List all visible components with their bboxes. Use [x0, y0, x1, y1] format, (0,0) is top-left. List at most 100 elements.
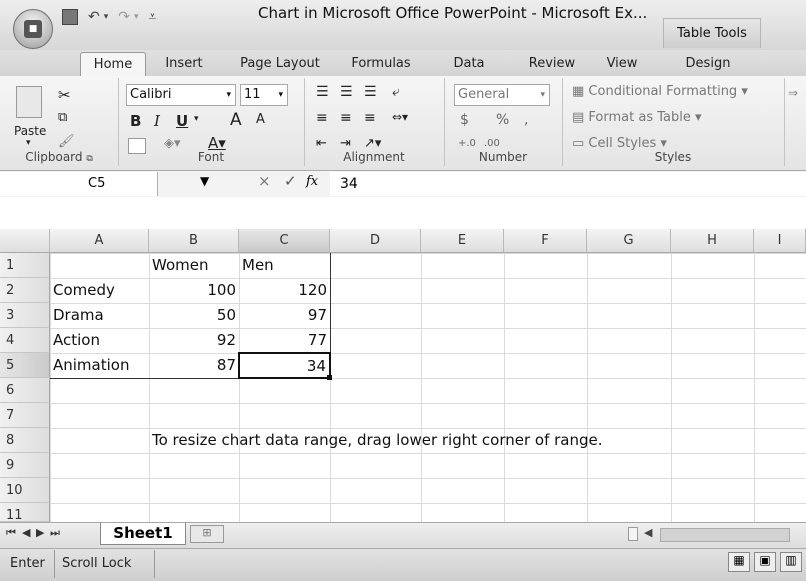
- decrease-decimal-icon[interactable]: .00: [484, 138, 500, 149]
- undo-icon[interactable]: ↶: [88, 9, 100, 25]
- column-header[interactable]: C: [239, 229, 330, 253]
- undo-dropdown-icon[interactable]: ▾: [104, 12, 109, 22]
- align-top-icon[interactable]: ☰: [316, 84, 329, 100]
- increase-decimal-icon[interactable]: +.0: [458, 138, 476, 149]
- cell-c5-active[interactable]: 34: [238, 352, 331, 379]
- row-header[interactable]: 8: [0, 428, 50, 453]
- cell-a3[interactable]: Drama: [50, 303, 149, 328]
- align-center-icon[interactable]: ≡: [340, 110, 352, 126]
- cell-a2[interactable]: Comedy: [50, 278, 149, 303]
- tab-design[interactable]: Design: [670, 52, 746, 76]
- row-header[interactable]: 1: [0, 253, 50, 278]
- cell-b4[interactable]: 92: [149, 328, 239, 353]
- sheet-nav-last-icon[interactable]: ⏭: [50, 526, 60, 540]
- fill-color-icon[interactable]: ◈▾: [164, 136, 181, 151]
- sheet-nav-prev-icon[interactable]: ◀: [22, 526, 30, 539]
- cell-styles-button[interactable]: ▭ Cell Styles ▾: [572, 136, 667, 151]
- cell-c2[interactable]: 120: [239, 278, 330, 303]
- row-header[interactable]: 10: [0, 478, 50, 503]
- format-as-table-button[interactable]: ▤ Format as Table ▾: [572, 110, 702, 125]
- sheet-nav-first-icon[interactable]: ⏮: [6, 526, 20, 540]
- number-format-dropdown[interactable]: General ▾: [454, 84, 550, 106]
- column-header[interactable]: G: [587, 229, 671, 253]
- sheet-tab[interactable]: Sheet1: [100, 523, 186, 545]
- increase-indent-icon[interactable]: ⇥: [340, 136, 351, 151]
- wrap-text-icon[interactable]: ⤶: [392, 84, 400, 100]
- redo-icon[interactable]: ↷: [118, 9, 130, 25]
- name-box-dropdown-icon[interactable]: ▼: [200, 174, 209, 188]
- italic-button[interactable]: I: [154, 112, 160, 130]
- bold-button[interactable]: B: [130, 112, 141, 130]
- row-header[interactable]: 5: [0, 353, 50, 378]
- align-right-icon[interactable]: ≡: [364, 110, 376, 126]
- cell-a5[interactable]: Animation: [50, 353, 149, 378]
- fill-handle[interactable]: [327, 375, 332, 380]
- hscroll-left-icon[interactable]: ◀: [644, 526, 652, 539]
- row-header[interactable]: 7: [0, 403, 50, 428]
- comma-button[interactable]: ,: [524, 112, 528, 128]
- page-layout-view-icon[interactable]: ▣: [754, 552, 776, 572]
- tab-review[interactable]: Review: [522, 52, 582, 76]
- row-header[interactable]: 9: [0, 453, 50, 478]
- align-middle-icon[interactable]: ☰: [340, 84, 353, 100]
- save-icon[interactable]: [62, 9, 78, 25]
- insert-function-button[interactable]: fx: [306, 174, 318, 189]
- paste-icon[interactable]: [16, 86, 42, 118]
- horizontal-scrollbar[interactable]: [660, 528, 790, 542]
- cell-c4[interactable]: 77: [239, 328, 330, 353]
- column-header[interactable]: B: [149, 229, 239, 253]
- office-button[interactable]: ■: [13, 9, 53, 49]
- column-header[interactable]: A: [50, 229, 149, 253]
- cell-b3[interactable]: 50: [149, 303, 239, 328]
- font-name-dropdown[interactable]: Calibri ▾: [126, 84, 236, 106]
- underline-button[interactable]: U: [176, 112, 188, 130]
- merge-center-icon[interactable]: ⇔▾: [392, 110, 408, 124]
- orientation-icon[interactable]: ↗▾: [364, 136, 381, 151]
- currency-button[interactable]: $: [460, 112, 469, 128]
- cell-b5[interactable]: 87: [149, 353, 239, 378]
- grow-font-button[interactable]: A: [230, 110, 242, 130]
- row-header[interactable]: 6: [0, 378, 50, 403]
- tab-data[interactable]: Data: [446, 52, 492, 76]
- cut-icon[interactable]: ✂: [58, 86, 71, 104]
- redo-dropdown-icon[interactable]: ▾: [134, 12, 139, 22]
- customize-qat-icon[interactable]: ⩡: [149, 9, 157, 25]
- insert-sheet-icon[interactable]: ⊞: [190, 525, 224, 543]
- tab-view[interactable]: View: [596, 52, 648, 76]
- formula-input[interactable]: 34: [330, 172, 806, 196]
- tab-page-layout[interactable]: Page Layout: [232, 52, 328, 76]
- name-box[interactable]: C5: [0, 172, 158, 196]
- column-header[interactable]: D: [330, 229, 421, 253]
- sheet-nav-next-icon[interactable]: ▶: [36, 526, 44, 539]
- cell-c1[interactable]: Men: [239, 253, 330, 278]
- row-header[interactable]: 3: [0, 303, 50, 328]
- copy-icon[interactable]: ⧉: [58, 110, 67, 125]
- select-all-corner[interactable]: [0, 229, 50, 253]
- row-header[interactable]: 4: [0, 328, 50, 353]
- tab-home[interactable]: Home: [80, 52, 146, 77]
- paste-button[interactable]: Paste: [14, 124, 46, 138]
- align-left-icon[interactable]: ≡: [316, 110, 328, 126]
- underline-dropdown-icon[interactable]: ▾: [194, 114, 199, 124]
- tab-formulas[interactable]: Formulas: [338, 52, 424, 76]
- font-size-dropdown[interactable]: 11 ▾: [240, 84, 288, 106]
- cell-c3[interactable]: 97: [239, 303, 330, 328]
- row-header[interactable]: 2: [0, 278, 50, 303]
- insert-cells-icon[interactable]: ⇒: [788, 86, 798, 100]
- column-header[interactable]: E: [421, 229, 504, 253]
- cell-b1[interactable]: Women: [149, 253, 239, 278]
- decrease-indent-icon[interactable]: ⇤: [316, 136, 327, 151]
- column-header[interactable]: I: [754, 229, 806, 253]
- align-bottom-icon[interactable]: ☰: [364, 84, 377, 100]
- tab-split-handle[interactable]: [628, 527, 638, 541]
- enter-entry-icon[interactable]: ✓: [284, 172, 297, 190]
- shrink-font-button[interactable]: A: [256, 112, 265, 127]
- column-header[interactable]: H: [671, 229, 754, 253]
- row-header[interactable]: 11: [0, 503, 50, 522]
- format-painter-icon[interactable]: 🖌: [58, 134, 75, 149]
- cancel-entry-icon[interactable]: ×: [258, 172, 271, 190]
- conditional-formatting-button[interactable]: ▦ Conditional Formatting ▾: [572, 84, 748, 99]
- percent-button[interactable]: %: [496, 112, 509, 128]
- normal-view-icon[interactable]: ▦: [728, 552, 750, 572]
- cell-b2[interactable]: 100: [149, 278, 239, 303]
